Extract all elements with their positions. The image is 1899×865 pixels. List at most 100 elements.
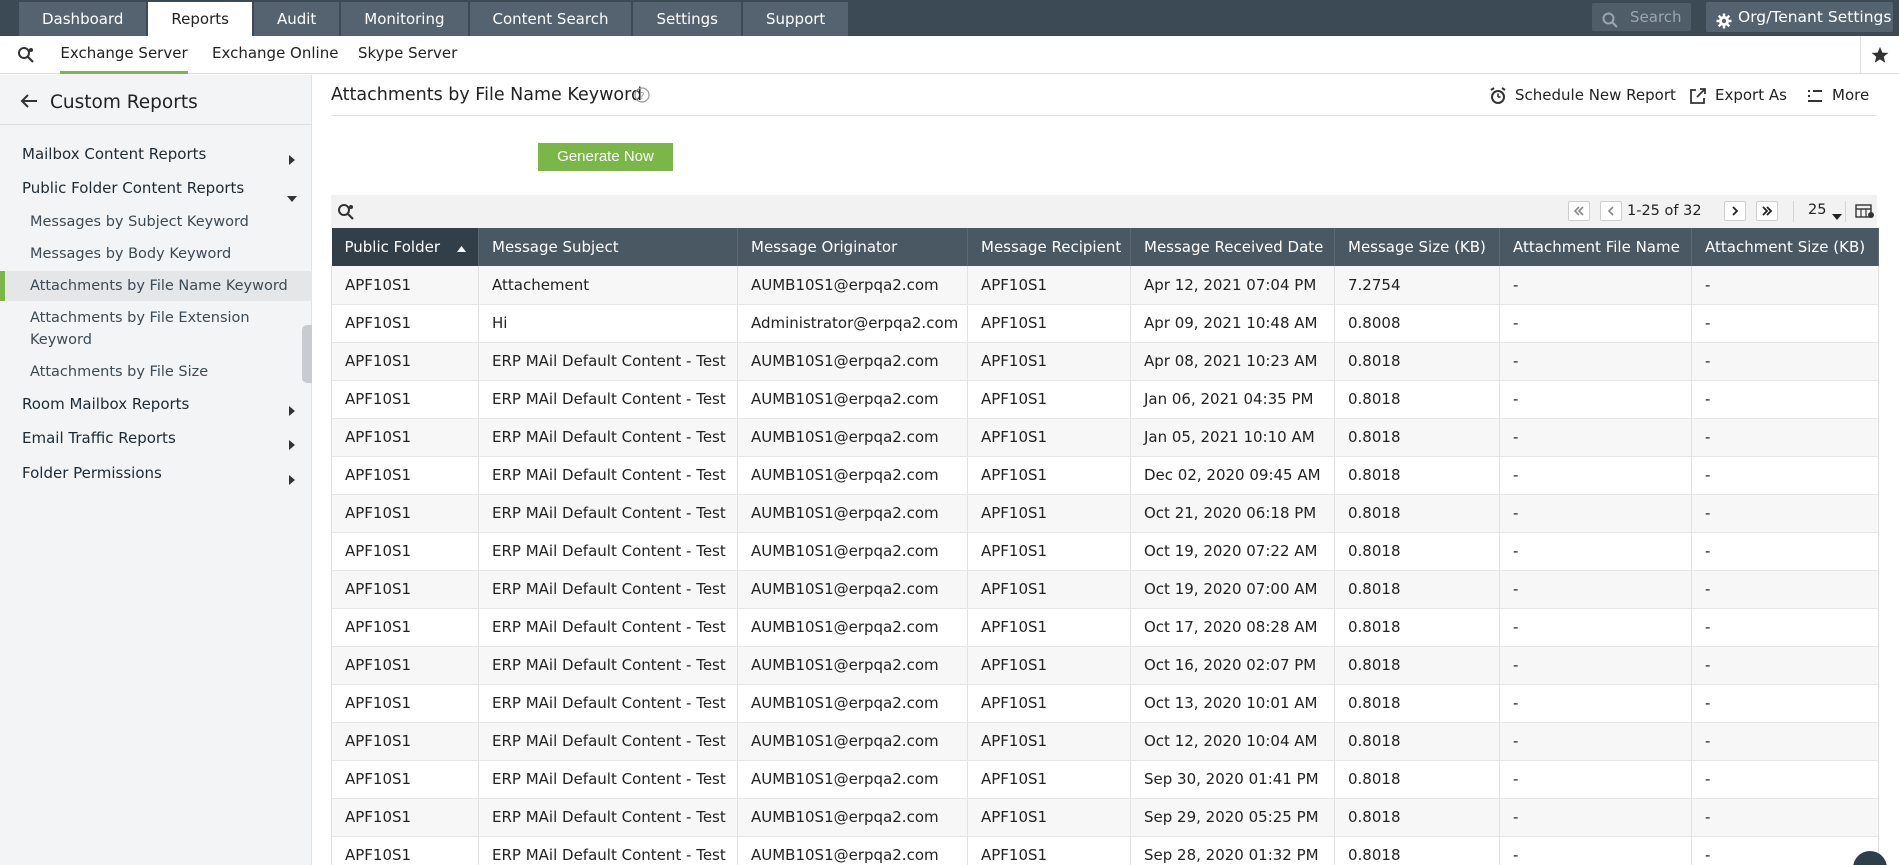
cell-attachment-size: - <box>1691 456 1879 495</box>
sidebar-item-attachments-by-file-size[interactable]: Attachments by File Size <box>30 361 208 383</box>
cell-message-size: 7.2754 <box>1334 266 1500 305</box>
cell-message-recipient: APF10S1 <box>967 304 1131 343</box>
table-row[interactable]: APF10S1 ERP MAil Default Content - Test AU… <box>331 494 1879 533</box>
table-row[interactable]: APF10S1 ERP MAil Default Content - Test AU… <box>331 836 1879 865</box>
sidebar-item-messages-by-body-keyword[interactable]: Messages by Body Keyword <box>30 243 231 265</box>
more-button[interactable]: More <box>1806 86 1869 104</box>
table-row[interactable]: APF10S1 ERP MAil Default Content - Test AU… <box>331 570 1879 609</box>
sidebar-group-folder-permissions[interactable]: Folder Permissions <box>22 464 162 482</box>
table-row[interactable]: APF10S1 ERP MAil Default Content - Test AU… <box>331 722 1879 761</box>
cell-attachment-size: - <box>1691 836 1879 865</box>
sidebar-item-attachments-by-file-extension-keyword[interactable]: Attachments by File Extension Keyword <box>30 307 250 351</box>
cell-message-subject: ERP MAil Default Content - Test <box>478 494 738 533</box>
sidebar-item-messages-by-subject-keyword[interactable]: Messages by Subject Keyword <box>30 211 249 233</box>
table-row[interactable]: APF10S1 ERP MAil Default Content - Test AU… <box>331 798 1879 837</box>
favorite-star-icon[interactable] <box>1871 46 1889 68</box>
caret-right-icon <box>289 151 295 169</box>
org-tenant-settings-button[interactable]: Org/Tenant Settings <box>1706 2 1893 32</box>
column-header-public-folder[interactable]: Public Folder <box>331 228 479 266</box>
cell-received-date: Dec 02, 2020 09:45 AM <box>1130 456 1335 495</box>
table-row[interactable]: APF10S1 ERP MAil Default Content - Test AU… <box>331 380 1879 419</box>
schedule-new-report-button[interactable]: Schedule New Report <box>1489 86 1676 104</box>
tab-skype-server[interactable]: Skype Server <box>358 36 457 74</box>
cell-message-subject: ERP MAil Default Content - Test <box>478 380 738 419</box>
cell-attachment-size: - <box>1691 342 1879 381</box>
table-row[interactable]: APF10S1 Attachement AUMB10S1@erpqa2.com APF… <box>331 266 1879 305</box>
last-page-button[interactable] <box>1756 201 1778 221</box>
previous-page-button[interactable] <box>1600 201 1622 221</box>
table-row[interactable]: APF10S1 ERP MAil Default Content - Test AU… <box>331 646 1879 685</box>
tab-dashboard[interactable]: Dashboard <box>19 2 147 36</box>
next-page-button[interactable] <box>1724 201 1746 221</box>
table-row[interactable]: APF10S1 ERP MAil Default Content - Test AU… <box>331 418 1879 457</box>
generate-now-button[interactable]: Generate Now <box>538 143 673 171</box>
tab-content-search[interactable]: Content Search <box>469 2 632 36</box>
sidebar-group-mailbox-content-reports[interactable]: Mailbox Content Reports <box>22 145 206 163</box>
table-row[interactable]: APF10S1 ERP MAil Default Content - Test AU… <box>331 342 1879 381</box>
column-header-message-size[interactable]: Message Size (KB) <box>1334 228 1500 266</box>
sidebar-item-attachments-by-file-name-keyword[interactable]: Attachments by File Name Keyword <box>0 271 312 301</box>
column-header-attachment-size[interactable]: Attachment Size (KB) <box>1691 228 1879 266</box>
divider <box>1793 201 1794 222</box>
cell-public-folder: APF10S1 <box>331 570 479 609</box>
cell-message-originator: AUMB10S1@erpqa2.com <box>737 760 968 799</box>
search-settings-icon[interactable] <box>17 46 35 68</box>
cell-message-size: 0.8018 <box>1334 836 1500 865</box>
cell-attachment-file-name: - <box>1499 570 1692 609</box>
sidebar: Custom Reports Mailbox Content Reports P… <box>0 75 312 865</box>
export-as-button[interactable]: Export As <box>1689 86 1787 104</box>
tab-exchange-server[interactable]: Exchange Server <box>60 36 188 74</box>
table-search-icon[interactable] <box>337 203 355 225</box>
column-header-message-recipient[interactable]: Message Recipient <box>967 228 1131 266</box>
cell-message-size: 0.8018 <box>1334 684 1500 723</box>
cell-message-subject: Hi <box>478 304 738 343</box>
cell-public-folder: APF10S1 <box>331 532 479 571</box>
global-search-input[interactable]: Search <box>1592 3 1691 31</box>
tab-settings[interactable]: Settings <box>633 2 741 36</box>
cell-received-date: Apr 12, 2021 07:04 PM <box>1130 266 1335 305</box>
sidebar-group-email-traffic-reports[interactable]: Email Traffic Reports <box>22 429 176 447</box>
cell-public-folder: APF10S1 <box>331 722 479 761</box>
column-header-attachment-file-name[interactable]: Attachment File Name <box>1499 228 1692 266</box>
tab-audit[interactable]: Audit <box>253 2 340 36</box>
sidebar-group-public-folder-content-reports[interactable]: Public Folder Content Reports <box>22 179 244 197</box>
table-row[interactable]: APF10S1 ERP MAil Default Content - Test AU… <box>331 684 1879 723</box>
cell-public-folder: APF10S1 <box>331 266 479 305</box>
top-navbar: Dashboard Reports Audit Monitoring Conte… <box>0 0 1899 36</box>
cell-attachment-file-name: - <box>1499 266 1692 305</box>
cell-public-folder: APF10S1 <box>331 494 479 533</box>
cell-message-originator: AUMB10S1@erpqa2.com <box>737 684 968 723</box>
table-row[interactable]: APF10S1 ERP MAil Default Content - Test AU… <box>331 532 1879 571</box>
alarm-clock-icon <box>1489 87 1507 109</box>
cell-attachment-file-name: - <box>1499 798 1692 837</box>
cell-attachment-file-name: - <box>1499 836 1692 865</box>
cell-message-recipient: APF10S1 <box>967 684 1131 723</box>
page-size-select[interactable]: 25 <box>1808 202 1848 220</box>
cell-received-date: Jan 06, 2021 04:35 PM <box>1130 380 1335 419</box>
tab-exchange-online[interactable]: Exchange Online <box>212 36 338 74</box>
table-row[interactable]: APF10S1 ERP MAil Default Content - Test AU… <box>331 760 1879 799</box>
double-chevron-left-icon <box>1573 206 1584 216</box>
cell-message-recipient: APF10S1 <box>967 570 1131 609</box>
cell-attachment-file-name: - <box>1499 760 1692 799</box>
sidebar-collapse-handle[interactable] <box>302 325 312 383</box>
column-header-message-received-date[interactable]: Message Received Date <box>1130 228 1335 266</box>
first-page-button[interactable] <box>1568 201 1590 221</box>
pagination-info: 1-25 of 32 <box>1627 203 1702 219</box>
cell-message-recipient: APF10S1 <box>967 798 1131 837</box>
page-size-value: 25 <box>1808 202 1827 218</box>
sidebar-group-room-mailbox-reports[interactable]: Room Mailbox Reports <box>22 395 189 413</box>
column-header-message-originator[interactable]: Message Originator <box>737 228 968 266</box>
column-header-message-subject[interactable]: Message Subject <box>478 228 738 266</box>
cell-message-subject: ERP MAil Default Content - Test <box>478 684 738 723</box>
back-arrow-icon[interactable] <box>20 94 38 112</box>
tab-monitoring[interactable]: Monitoring <box>341 2 468 36</box>
caret-right-icon <box>289 436 295 454</box>
column-settings-icon[interactable] <box>1855 203 1875 223</box>
table-row[interactable]: APF10S1 ERP MAil Default Content - Test AU… <box>331 608 1879 647</box>
help-icon[interactable]: ? <box>634 87 650 107</box>
tab-reports[interactable]: Reports <box>148 2 252 36</box>
table-row[interactable]: APF10S1 ERP MAil Default Content - Test AU… <box>331 456 1879 495</box>
tab-support[interactable]: Support <box>743 2 849 36</box>
table-row[interactable]: APF10S1 Hi Administrator@erpqa2.com APF10S1… <box>331 304 1879 343</box>
